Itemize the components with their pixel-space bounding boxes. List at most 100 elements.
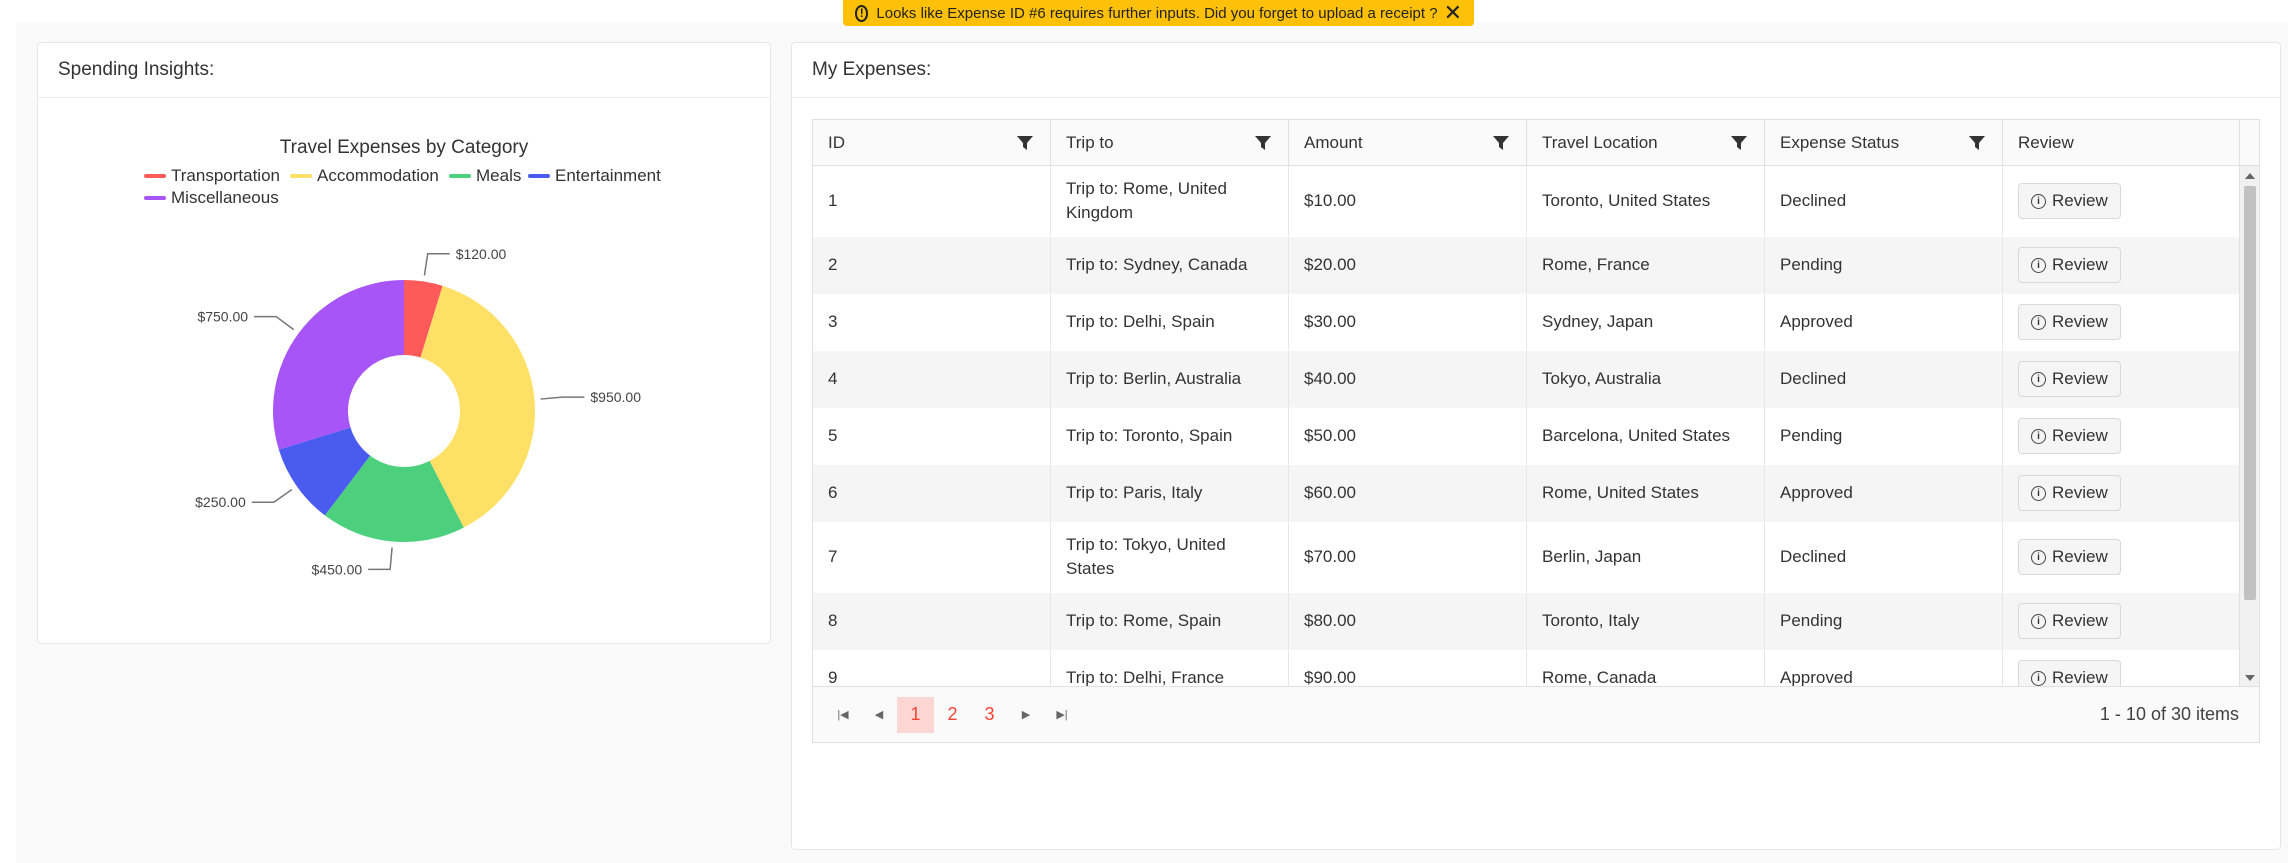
- cell-id: 8: [813, 593, 1051, 649]
- table-row[interactable]: 1 Trip to: Rome, United Kingdom $10.00 Toro…: [813, 166, 2240, 237]
- info-icon: i: [2031, 549, 2046, 565]
- column-header-trip-to[interactable]: Trip to: [1051, 120, 1289, 166]
- next-page-button[interactable]: ▶: [1008, 697, 1044, 733]
- info-icon: i: [2031, 485, 2046, 501]
- filter-icon[interactable]: [1492, 134, 1510, 152]
- review-button[interactable]: i Review: [2018, 539, 2121, 575]
- cell-expense-status: Pending: [1765, 408, 2003, 464]
- page-number-1[interactable]: 1: [897, 696, 934, 733]
- prev-page-button[interactable]: ◀: [861, 697, 897, 733]
- close-icon[interactable]: ✕: [1444, 2, 1462, 24]
- cell-review: i Review: [2003, 294, 2240, 350]
- grid-header: ID Trip to Amount Travel Location Expense St…: [813, 120, 2259, 166]
- cell-trip-to: Trip to: Delhi, France: [1051, 650, 1289, 688]
- review-button[interactable]: i Review: [2018, 418, 2121, 454]
- table-row[interactable]: 5 Trip to: Toronto, Spain $50.00 Barcelona,…: [813, 408, 2240, 465]
- data-label-connector: [540, 396, 585, 400]
- review-button-label: Review: [2052, 369, 2108, 388]
- filter-icon[interactable]: [1730, 134, 1748, 152]
- data-label-miscellaneous: $750.00: [197, 309, 248, 325]
- table-row[interactable]: 3 Trip to: Delhi, Spain $30.00 Sydney, Japa…: [813, 294, 2240, 351]
- column-header-review[interactable]: Review: [2003, 120, 2240, 166]
- filter-icon[interactable]: [1016, 134, 1034, 152]
- grid-body[interactable]: 1 Trip to: Rome, United Kingdom $10.00 Toro…: [813, 166, 2240, 688]
- cell-trip-to: Trip to: Tokyo, United States: [1051, 522, 1289, 592]
- cell-review: i Review: [2003, 465, 2240, 521]
- cell-id: 2: [813, 237, 1051, 293]
- cell-id: 1: [813, 166, 1051, 236]
- review-button[interactable]: i Review: [2018, 475, 2121, 511]
- cell-id: 4: [813, 351, 1051, 407]
- cell-expense-status: Pending: [1765, 237, 2003, 293]
- legend-label-entertainment[interactable]: Entertainment: [555, 166, 661, 185]
- cell-trip-to: Trip to: Berlin, Australia: [1051, 351, 1289, 407]
- slice-miscellaneous[interactable]: [273, 280, 404, 450]
- last-page-button[interactable]: ▶|: [1044, 697, 1080, 733]
- cell-travel-location: Berlin, Japan: [1527, 522, 1765, 592]
- warning-toast: ! Looks like Expense ID #6 requires furt…: [843, 0, 1474, 26]
- table-row[interactable]: 2 Trip to: Sydney, Canada $20.00 Rome, Fran…: [813, 237, 2240, 294]
- review-button-label: Review: [2052, 547, 2108, 566]
- review-button[interactable]: i Review: [2018, 247, 2121, 283]
- review-button[interactable]: i Review: [2018, 304, 2121, 340]
- table-row[interactable]: 9 Trip to: Delhi, France $90.00 Rome, Canad…: [813, 650, 2240, 688]
- vertical-scrollbar[interactable]: [2239, 166, 2259, 688]
- data-label-meals: $450.00: [312, 561, 363, 577]
- cell-id: 7: [813, 522, 1051, 592]
- spending-insights-title: Spending Insights:: [38, 43, 770, 98]
- prev-page-icon: ◀: [874, 709, 884, 721]
- cell-amount: $60.00: [1289, 465, 1527, 521]
- filter-icon[interactable]: [1254, 134, 1272, 152]
- cell-review: i Review: [2003, 166, 2240, 236]
- review-button-label: Review: [2052, 191, 2108, 210]
- scroll-up-arrow-icon[interactable]: [2245, 173, 2255, 179]
- cell-amount: $20.00: [1289, 237, 1527, 293]
- table-row[interactable]: 6 Trip to: Paris, Italy $60.00 Rome, United…: [813, 465, 2240, 522]
- review-button[interactable]: i Review: [2018, 660, 2121, 688]
- info-icon: i: [2031, 314, 2046, 330]
- table-row[interactable]: 7 Trip to: Tokyo, United States $70.00 Berl…: [813, 522, 2240, 593]
- review-button-label: Review: [2052, 668, 2108, 687]
- cell-expense-status: Declined: [1765, 522, 2003, 592]
- expenses-grid: ID Trip to Amount Travel Location Expense St…: [812, 119, 2260, 743]
- cell-trip-to: Trip to: Rome, United Kingdom: [1051, 166, 1289, 236]
- filter-icon[interactable]: [1968, 134, 1986, 152]
- cell-expense-status: Pending: [1765, 593, 2003, 649]
- legend-label-miscellaneous[interactable]: Miscellaneous: [171, 188, 279, 207]
- column-header-expense-status[interactable]: Expense Status: [1765, 120, 2003, 166]
- cell-expense-status: Approved: [1765, 465, 2003, 521]
- cell-expense-status: Declined: [1765, 166, 2003, 236]
- page-number-3[interactable]: 3: [971, 697, 1008, 733]
- legend-label-accommodation[interactable]: Accommodation: [317, 166, 439, 185]
- column-header-id[interactable]: ID: [813, 120, 1051, 166]
- column-header-amount[interactable]: Amount: [1289, 120, 1527, 166]
- cell-amount: $80.00: [1289, 593, 1527, 649]
- my-expenses-title: My Expenses:: [792, 43, 2280, 98]
- review-button[interactable]: i Review: [2018, 603, 2121, 639]
- table-row[interactable]: 4 Trip to: Berlin, Australia $40.00 Tokyo, …: [813, 351, 2240, 408]
- review-button-label: Review: [2052, 255, 2108, 274]
- review-button[interactable]: i Review: [2018, 361, 2121, 397]
- next-page-icon: ▶: [1021, 709, 1031, 721]
- page-number-2[interactable]: 2: [934, 697, 971, 733]
- legend-label-transportation[interactable]: Transportation: [171, 166, 280, 185]
- cell-travel-location: Toronto, Italy: [1527, 593, 1765, 649]
- first-page-button[interactable]: |◀: [825, 697, 861, 733]
- review-button-label: Review: [2052, 426, 2108, 445]
- legend-label-meals[interactable]: Meals: [476, 166, 521, 185]
- cell-travel-location: Barcelona, United States: [1527, 408, 1765, 464]
- cell-amount: $50.00: [1289, 408, 1527, 464]
- scroll-thumb[interactable]: [2244, 186, 2256, 600]
- table-row[interactable]: 8 Trip to: Rome, Spain $80.00 Toronto, Ital…: [813, 593, 2240, 650]
- info-icon: i: [2031, 371, 2046, 387]
- cell-trip-to: Trip to: Sydney, Canada: [1051, 237, 1289, 293]
- cell-trip-to: Trip to: Paris, Italy: [1051, 465, 1289, 521]
- review-button-label: Review: [2052, 312, 2108, 331]
- expenses-donut-chart: Travel Expenses by CategoryTransportatio…: [144, 137, 661, 577]
- chart-title: Travel Expenses by Category: [280, 137, 529, 158]
- review-button[interactable]: i Review: [2018, 183, 2121, 219]
- scroll-down-arrow-icon[interactable]: [2245, 675, 2255, 681]
- cell-travel-location: Sydney, Japan: [1527, 294, 1765, 350]
- column-header-travel-location[interactable]: Travel Location: [1527, 120, 1765, 166]
- info-icon: i: [2031, 670, 2046, 686]
